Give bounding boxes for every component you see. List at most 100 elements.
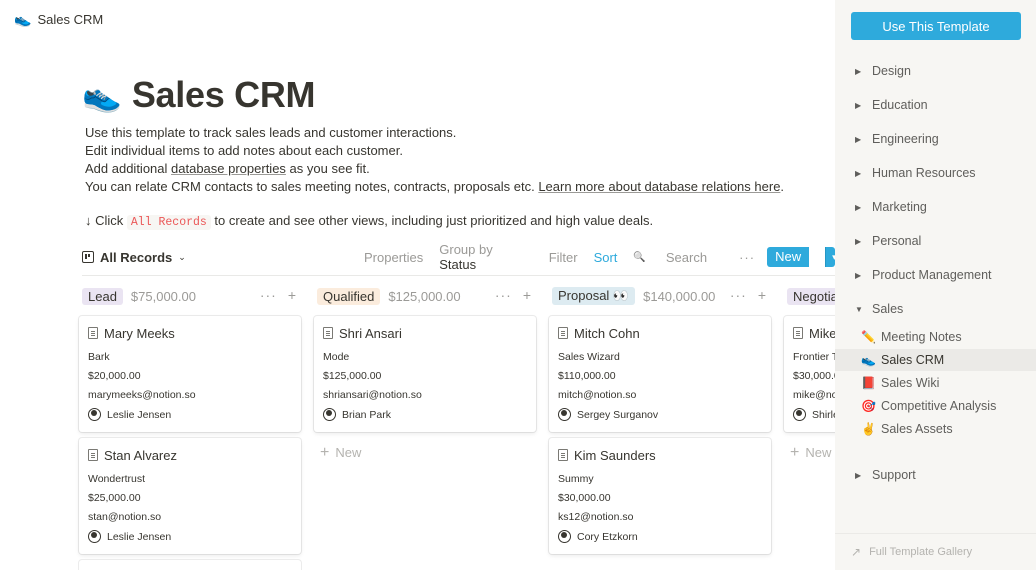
record-card[interactable]: Mike Wallace Frontier Tech $30,000.00 mi… [784, 316, 835, 432]
card-title: Mike Wallace [793, 324, 835, 342]
card-name: Mary Meeks [104, 325, 175, 341]
status-tag[interactable]: Lead [82, 287, 123, 305]
new-button-label[interactable]: New [767, 247, 810, 267]
view-toolbar: All Records ⌄ Properties Group by Status… [82, 242, 835, 272]
sidebar-item-sales-wiki[interactable]: 📕 Sales Wiki [835, 372, 1036, 394]
card-company: Wondertrust [88, 473, 145, 485]
search-icon: 🔍 [633, 251, 646, 263]
status-tag[interactable]: Negotiation [787, 287, 835, 305]
triangle-right-icon: ▶ [855, 270, 862, 280]
record-card[interactable]: Stan Alvarez Wondertrust $25,000.00 stan… [79, 438, 301, 554]
sidebar-category-personal[interactable]: ▶ Personal [835, 229, 1036, 253]
triangle-right-icon: ▶ [855, 66, 862, 76]
arrow-up-right-icon: ↗ [851, 545, 862, 559]
card-value: $30,000.00 [793, 370, 835, 382]
victory-hand-icon: ✌️ [861, 422, 876, 436]
sidebar-item-sales-crm[interactable]: 👟 Sales CRM [835, 349, 1036, 371]
record-card[interactable] [79, 560, 301, 570]
properties-button[interactable]: Properties [364, 250, 423, 265]
breadcrumb-title[interactable]: Sales CRM [37, 12, 103, 27]
page-icon [558, 327, 568, 339]
page-description: Use this template to track sales leads a… [85, 124, 784, 196]
page-icon [323, 327, 333, 339]
sidebar-category-product-management[interactable]: ▶ Product Management [835, 263, 1036, 287]
view-selector[interactable]: All Records ⌄ [82, 250, 186, 265]
sidebar-category-education[interactable]: ▶ Education [835, 93, 1036, 117]
card-owner: Sergey Surganov [558, 408, 762, 421]
owner-name: Leslie Jensen [107, 530, 172, 543]
add-new-record[interactable]: + New [314, 443, 536, 461]
description-line: You can relate CRM contacts to sales mee… [85, 178, 784, 196]
chevron-down-icon[interactable]: ▾ [825, 247, 835, 267]
sidebar-category-engineering[interactable]: ▶ Engineering [835, 127, 1036, 151]
full-template-gallery-link[interactable]: ↗ Full Template Gallery [835, 533, 1036, 570]
card-owner: Leslie Jensen [88, 408, 292, 421]
sidebar-item-meeting-notes[interactable]: ✏️ Meeting Notes [835, 326, 1036, 348]
instruction-text: Click [91, 213, 127, 228]
sort-button[interactable]: Sort [594, 250, 618, 265]
search-button[interactable]: 🔍 Search [633, 250, 723, 265]
card-value: $20,000.00 [88, 370, 141, 382]
group-by-button[interactable]: Group by Status [439, 242, 532, 272]
database-relations-link[interactable]: Learn more about database relations here [538, 179, 780, 194]
card-email: stan@notion.so [88, 511, 162, 523]
add-new-label: New [335, 445, 362, 460]
card-email: mike@notion.so [793, 389, 835, 401]
avatar [558, 530, 571, 543]
page-title[interactable]: Sales CRM [132, 74, 316, 116]
more-icon[interactable]: ··· [495, 287, 512, 303]
card-name: Shri Ansari [339, 325, 402, 341]
category-label: Marketing [872, 200, 927, 214]
description-text: You can relate CRM contacts to sales mee… [85, 179, 539, 194]
category-label: Support [872, 468, 916, 482]
card-owner: Brian Park [323, 408, 527, 421]
sidebar-item-label: Sales Wiki [881, 376, 940, 390]
sidebar-category-marketing[interactable]: ▶ Marketing [835, 195, 1036, 219]
new-record-button[interactable]: New ▾ [767, 247, 835, 267]
plus-icon: + [320, 443, 330, 461]
chevron-down-icon: ⌄ [178, 251, 186, 262]
search-label: Search [665, 249, 708, 265]
breadcrumb[interactable]: 👟 Sales CRM [14, 11, 103, 28]
add-new-record[interactable]: + New [784, 444, 835, 460]
sidebar-category-design[interactable]: ▶ Design [835, 59, 1036, 83]
record-card[interactable]: Kim Saunders Summy $30,000.00 ks12@notio… [549, 438, 771, 554]
plus-icon[interactable]: + [288, 287, 297, 303]
card-email: mitch@notion.so [558, 389, 637, 401]
record-card[interactable]: Mitch Cohn Sales Wizard $110,000.00 mitc… [549, 316, 771, 432]
sidebar-category-support[interactable]: ▶ Support [835, 463, 1036, 487]
card-owner: Shirley Miao [793, 408, 835, 421]
card-email: shriansari@notion.so [323, 389, 422, 401]
group-by-value: Status [439, 257, 477, 272]
sidebar-item-sales-assets[interactable]: ✌️ Sales Assets [835, 418, 1036, 440]
more-icon[interactable]: ··· [730, 287, 747, 303]
use-template-button[interactable]: Use This Template [851, 12, 1021, 40]
sidebar-item-competitive-analysis[interactable]: 🎯 Competitive Analysis [835, 395, 1036, 417]
page-header: 👟 Sales CRM [82, 74, 316, 116]
avatar [88, 530, 101, 543]
filter-button[interactable]: Filter [549, 250, 578, 265]
main-content: 👟 Sales CRM 👟 Sales CRM Use this templat… [0, 0, 835, 570]
triangle-right-icon: ▶ [855, 168, 862, 178]
category-label: Sales [872, 302, 904, 316]
database-properties-link[interactable]: database properties [171, 161, 286, 176]
card-title: Mitch Cohn [558, 324, 762, 342]
record-card[interactable]: Mary Meeks Bark $20,000.00 marymeeks@not… [79, 316, 301, 432]
more-icon[interactable]: ··· [260, 287, 277, 303]
status-tag[interactable]: Qualified [317, 287, 381, 305]
template-sidebar: Use This Template ▶ Design ▶ Education ▶ En… [835, 0, 1036, 570]
sidebar-category-human-resources[interactable]: ▶ Human Resources [835, 161, 1036, 185]
plus-icon[interactable]: + [758, 287, 767, 303]
category-label: Personal [872, 234, 922, 248]
sidebar-category-sales[interactable]: ▼ Sales [835, 297, 1036, 321]
plus-icon[interactable]: + [523, 287, 532, 303]
more-options-button[interactable]: ··· [739, 250, 755, 265]
status-tag[interactable]: Proposal 👀 [552, 287, 636, 305]
shoe-icon[interactable]: 👟 [82, 76, 122, 114]
column-tools: ··· + [730, 287, 767, 303]
card-value: $125,000.00 [323, 370, 382, 382]
record-card[interactable]: Shri Ansari Mode $125,000.00 shriansari@… [314, 316, 536, 432]
category-label: Engineering [872, 132, 939, 146]
column-tools: ··· + [260, 287, 297, 303]
triangle-right-icon: ▶ [855, 236, 862, 246]
